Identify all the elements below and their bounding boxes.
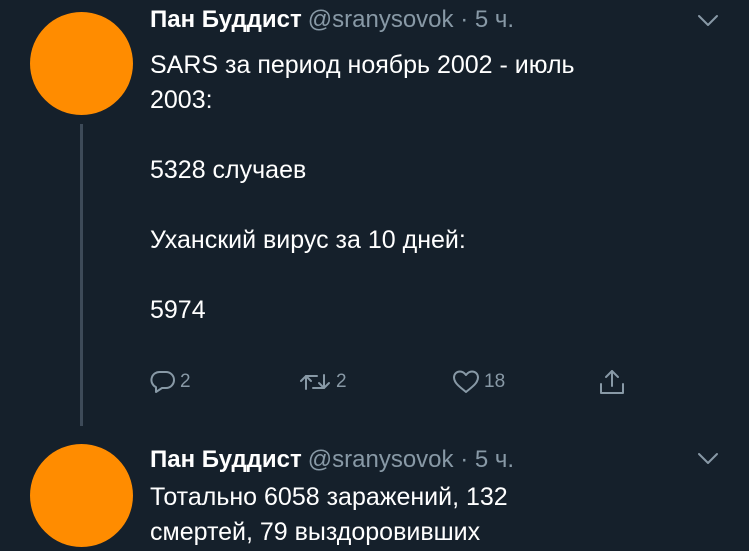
retweet-count: 2 <box>336 371 347 392</box>
tweet-text-line: смертей, 79 выздоровивших <box>150 518 481 546</box>
retweet-button[interactable]: 2 <box>298 365 347 399</box>
tweet-text-line: Тотально 6058 заражений, 132 <box>150 483 508 511</box>
reply-button[interactable]: 2 <box>150 365 191 399</box>
like-button[interactable]: 18 <box>452 365 505 399</box>
reply-count: 2 <box>180 371 191 392</box>
author-name[interactable]: Пан Буддист <box>150 6 302 33</box>
tweet-text: SARS за период ноябрь 2002 - июль 2003: … <box>150 48 710 328</box>
tweet-text: Тотально 6058 заражений, 132 смертей, 79… <box>150 480 710 550</box>
tweet-header: Пан Буддист @sranysovok · 5 ч. <box>150 446 514 474</box>
retweet-icon <box>300 374 330 390</box>
tweet-text-line: SARS за период ноябрь 2002 - июль <box>150 51 575 79</box>
tweet-header: Пан Буддист @sranysovok · 5 ч. <box>150 6 514 34</box>
author-handle[interactable]: @sranysovok <box>308 446 454 473</box>
tweet-time[interactable]: 5 ч. <box>475 6 514 33</box>
share-icon <box>600 370 624 394</box>
tweet[interactable]: Пан Буддист @sranysovok · 5 ч. SARS за пе… <box>0 0 749 430</box>
separator-dot: · <box>460 446 469 473</box>
like-count: 18 <box>484 371 506 392</box>
author-handle[interactable]: @sranysovok <box>308 6 454 33</box>
tweet-text-line: Уханский вирус за 10 дней: <box>150 226 466 254</box>
tweet-text-line: 2003: <box>150 86 213 114</box>
separator-dot: · <box>460 6 469 33</box>
like-icon <box>453 370 479 393</box>
tweet[interactable]: Пан Буддист @sranysovok · 5 ч. Тотально 6… <box>0 430 749 551</box>
chevron-down-icon[interactable] <box>697 14 719 28</box>
reply-icon <box>150 371 175 393</box>
avatar[interactable] <box>30 444 133 547</box>
tweet-text-line: 5974 <box>150 296 206 324</box>
tweet-time[interactable]: 5 ч. <box>475 446 514 473</box>
share-button[interactable] <box>597 365 627 399</box>
chevron-down-icon[interactable] <box>697 452 719 466</box>
author-name[interactable]: Пан Буддист <box>150 446 302 473</box>
tweet-actions: 2 2 18 <box>150 365 650 399</box>
thread-line <box>80 124 83 426</box>
tweet-text-line: 5328 случаев <box>150 156 307 184</box>
avatar[interactable] <box>30 12 133 115</box>
